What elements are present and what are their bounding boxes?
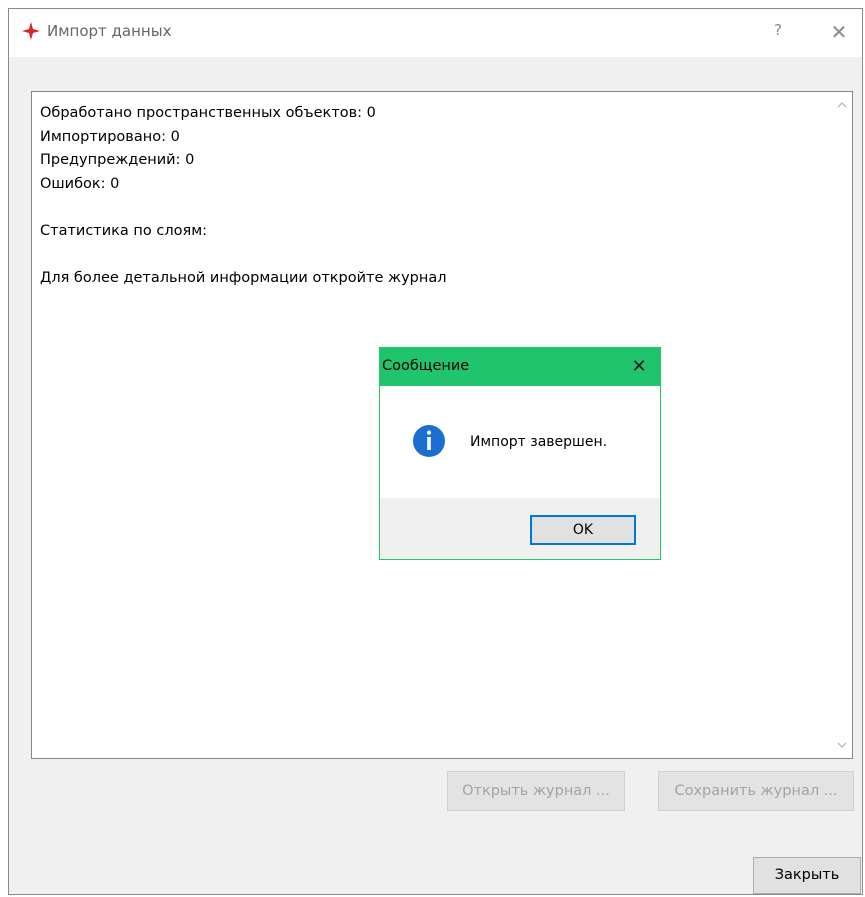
window-title: Импорт данных (47, 22, 172, 40)
chevron-up-icon[interactable] (832, 96, 852, 116)
log-text: Обработано пространственных объектов: 0 … (40, 105, 447, 286)
red-star-icon (22, 22, 40, 40)
open-log-button[interactable]: Открыть журнал ... (447, 771, 625, 811)
ok-button[interactable]: OK (530, 515, 636, 545)
message-dialog: Сообщение ✕ Импорт завершен. OK (379, 347, 661, 560)
save-log-button[interactable]: Сохранить журнал ... (658, 771, 854, 811)
message-close-button[interactable]: ✕ (626, 354, 652, 380)
message-title-bar: Сообщение ✕ (380, 348, 660, 386)
title-bar: Импорт данных ? ✕ (9, 9, 862, 57)
chevron-down-icon[interactable] (832, 736, 852, 756)
close-button[interactable]: Закрыть (753, 857, 861, 894)
vertical-scrollbar[interactable] (832, 92, 852, 758)
help-button[interactable]: ? (766, 18, 790, 42)
message-text: Импорт завершен. (470, 434, 608, 450)
close-window-button[interactable]: ✕ (822, 15, 856, 49)
info-icon (413, 425, 445, 457)
message-title: Сообщение (382, 358, 470, 374)
message-body: Импорт завершен. (380, 386, 660, 498)
